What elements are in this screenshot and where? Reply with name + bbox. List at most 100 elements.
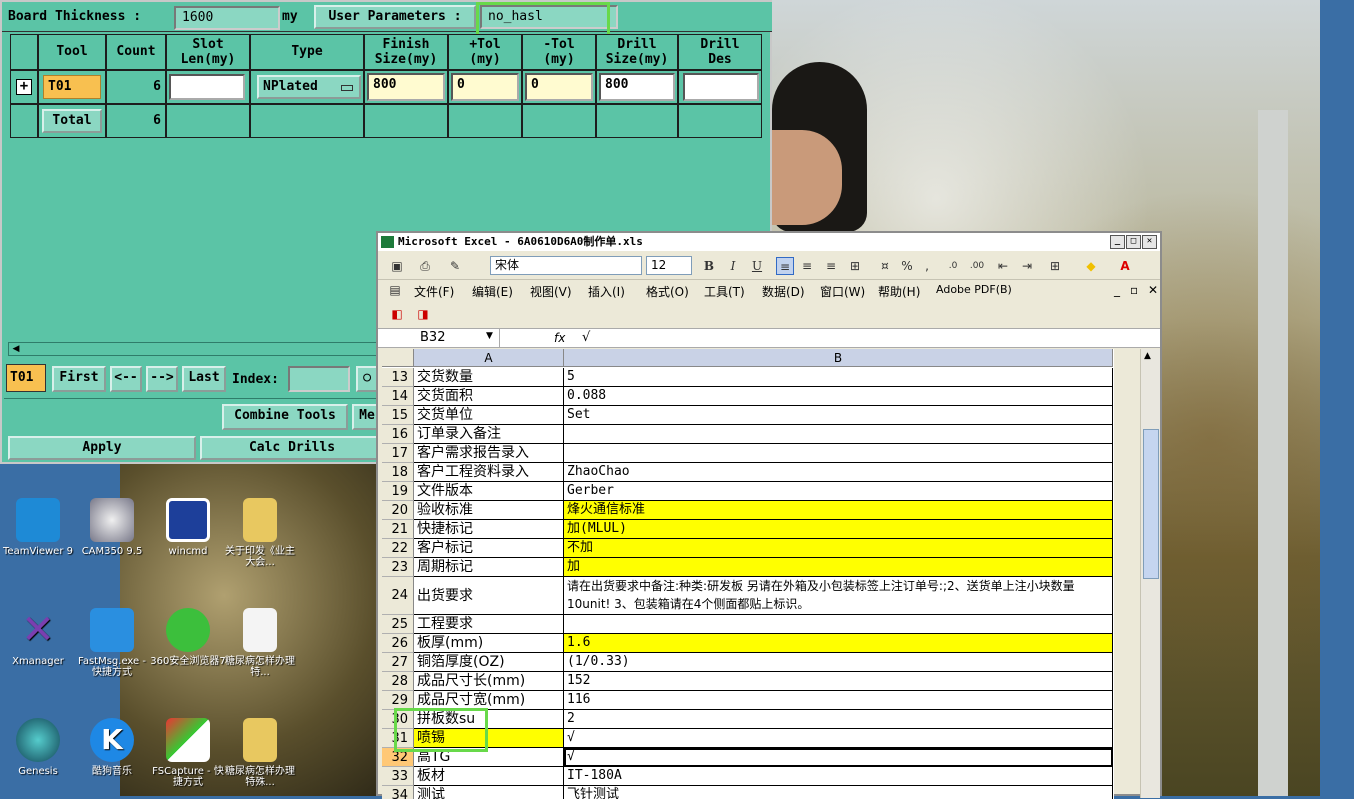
decrease-decimal-icon[interactable]: .00	[968, 257, 986, 275]
type-select[interactable]: NPlated	[257, 75, 361, 99]
maximize-icon[interactable]: □	[1126, 235, 1141, 249]
bold-icon[interactable]: B	[700, 257, 718, 275]
row-number[interactable]: 22	[382, 539, 414, 558]
cell-b[interactable]: 5	[564, 368, 1113, 387]
tool-id[interactable]: T01	[43, 75, 101, 99]
cell-a[interactable]: 交货单位	[414, 406, 564, 425]
align-center-icon[interactable]: ≡	[798, 257, 816, 275]
doc-restore-icon[interactable]: ▫	[1130, 283, 1138, 297]
menu-format[interactable]: 格式(O)	[646, 283, 689, 300]
font-color-icon[interactable]: A	[1116, 257, 1134, 275]
cell-a[interactable]: 板厚(mm)	[414, 634, 564, 653]
cell-b[interactable]: 1.6	[564, 634, 1113, 653]
save-icon[interactable]: ▣	[388, 257, 406, 275]
menu-edit[interactable]: 编辑(E)	[472, 283, 513, 300]
row-number[interactable]: 26	[382, 634, 414, 653]
vertical-scrollbar[interactable]: ▲	[1140, 349, 1160, 798]
first-button[interactable]: First	[52, 366, 106, 392]
cell-a[interactable]: 订单录入备注	[414, 425, 564, 444]
cell-a[interactable]: 快捷标记	[414, 520, 564, 539]
cell-b[interactable]: 加	[564, 558, 1113, 577]
cell-b[interactable]: 请在出货要求中备注:种类:研发板 另请在外箱及小包装标签上注订单号:;2、送货单…	[564, 577, 1113, 615]
index-input[interactable]	[288, 366, 350, 392]
name-box[interactable]: B32	[382, 329, 500, 347]
row-number[interactable]: 27	[382, 653, 414, 672]
menu-window[interactable]: 窗口(W)	[820, 283, 865, 300]
desktop-icon-folder-diabetes[interactable]: 糖尿病怎样办理特殊...	[222, 718, 298, 788]
expand-icon[interactable]: +	[16, 79, 32, 95]
cell-a[interactable]: 客户标记	[414, 539, 564, 558]
row-number[interactable]: 28	[382, 672, 414, 691]
desktop-icon-fastmsg[interactable]: FastMsg.exe - 快捷方式	[74, 608, 150, 678]
cell-b[interactable]: Set	[564, 406, 1113, 425]
pdf-convert-icon[interactable]: ◧	[388, 305, 406, 323]
row-number[interactable]: 14	[382, 387, 414, 406]
cell-b[interactable]: 152	[564, 672, 1113, 691]
scroll-left-icon[interactable]: ◀	[9, 343, 23, 355]
row-number[interactable]: 15	[382, 406, 414, 425]
cell-a[interactable]: 成品尺寸长(mm)	[414, 672, 564, 691]
font-name-select[interactable]: 宋体	[490, 256, 642, 275]
user-parameters-button[interactable]: User Parameters :	[314, 5, 476, 29]
row-number[interactable]: 25	[382, 615, 414, 634]
comma-icon[interactable]: ,	[918, 257, 936, 275]
percent-icon[interactable]: %	[898, 257, 916, 275]
row-number[interactable]: 19	[382, 482, 414, 501]
cell-a[interactable]: 客户需求报告录入	[414, 444, 564, 463]
menu-help[interactable]: 帮助(H)	[878, 283, 920, 300]
select-all-corner[interactable]	[382, 349, 414, 367]
menu-data[interactable]: 数据(D)	[762, 283, 805, 300]
cell-b[interactable]: 烽火通信标准	[564, 501, 1113, 520]
combine-tools-button[interactable]: Combine Tools	[222, 404, 348, 430]
last-button[interactable]: Last	[182, 366, 226, 392]
row-number[interactable]: 34	[382, 786, 414, 799]
cell-a[interactable]: 验收标准	[414, 501, 564, 520]
format-painter-icon[interactable]: ✎	[446, 257, 464, 275]
increase-decimal-icon[interactable]: .0	[944, 257, 962, 275]
function-icon[interactable]: fx	[554, 331, 565, 345]
row-number[interactable]: 23	[382, 558, 414, 577]
doc-minimize-icon[interactable]: _	[1114, 283, 1120, 297]
column-header-b[interactable]: B	[564, 349, 1113, 367]
desktop-icon-wincmd[interactable]: wincmd	[150, 498, 226, 557]
cell-b[interactable]: 2	[564, 710, 1113, 729]
cell-a[interactable]: 板材	[414, 767, 564, 786]
slot-len-input[interactable]	[169, 74, 245, 100]
align-left-icon[interactable]: ≡	[776, 257, 794, 275]
cell-a[interactable]: 交货数量	[414, 368, 564, 387]
cell-b[interactable]: √	[564, 748, 1113, 767]
pdf-email-icon[interactable]: ◨	[414, 305, 432, 323]
prev-button[interactable]: <--	[110, 366, 142, 392]
finish-size-input[interactable]: 800	[367, 73, 445, 101]
plus-tol-input[interactable]: 0	[451, 73, 519, 101]
cell-b[interactable]	[564, 444, 1113, 463]
currency-icon[interactable]: ¤	[876, 257, 894, 275]
cell-b[interactable]: 116	[564, 691, 1113, 710]
menu-view[interactable]: 视图(V)	[530, 283, 572, 300]
cell-a[interactable]: 工程要求	[414, 615, 564, 634]
align-right-icon[interactable]: ≡	[822, 257, 840, 275]
print-preview-icon[interactable]: ⎙	[416, 257, 434, 275]
cell-a[interactable]: 铜箔厚度(OZ)	[414, 653, 564, 672]
row-number[interactable]: 33	[382, 767, 414, 786]
menu-insert[interactable]: 插入(I)	[588, 283, 625, 300]
underline-icon[interactable]: U	[748, 257, 766, 275]
desktop-icon-360browser[interactable]: 360安全浏览器7	[150, 608, 226, 667]
row-number[interactable]: 21	[382, 520, 414, 539]
decrease-indent-icon[interactable]: ⇤	[994, 257, 1012, 275]
next-button[interactable]: -->	[146, 366, 178, 392]
cell-a[interactable]: 测试	[414, 786, 564, 799]
calc-drills-button[interactable]: Calc Drills	[200, 436, 384, 460]
search-button[interactable]: ○	[356, 366, 378, 392]
close-icon[interactable]: ✕	[1142, 235, 1157, 249]
cell-b[interactable]: ZhaoChao	[564, 463, 1113, 482]
merge-center-icon[interactable]: ⊞	[846, 257, 864, 275]
minimize-icon[interactable]: _	[1110, 235, 1125, 249]
desktop-icon-genesis[interactable]: Genesis	[0, 718, 76, 777]
increase-indent-icon[interactable]: ⇥	[1018, 257, 1036, 275]
desktop-icon-xmanager[interactable]: ✕ Xmanager	[0, 608, 76, 667]
cell-b[interactable]: 飞针测试	[564, 786, 1113, 799]
cell-b[interactable]: 0.088	[564, 387, 1113, 406]
name-box-dropdown-icon[interactable]: ▼	[486, 331, 493, 341]
row-number[interactable]: 18	[382, 463, 414, 482]
